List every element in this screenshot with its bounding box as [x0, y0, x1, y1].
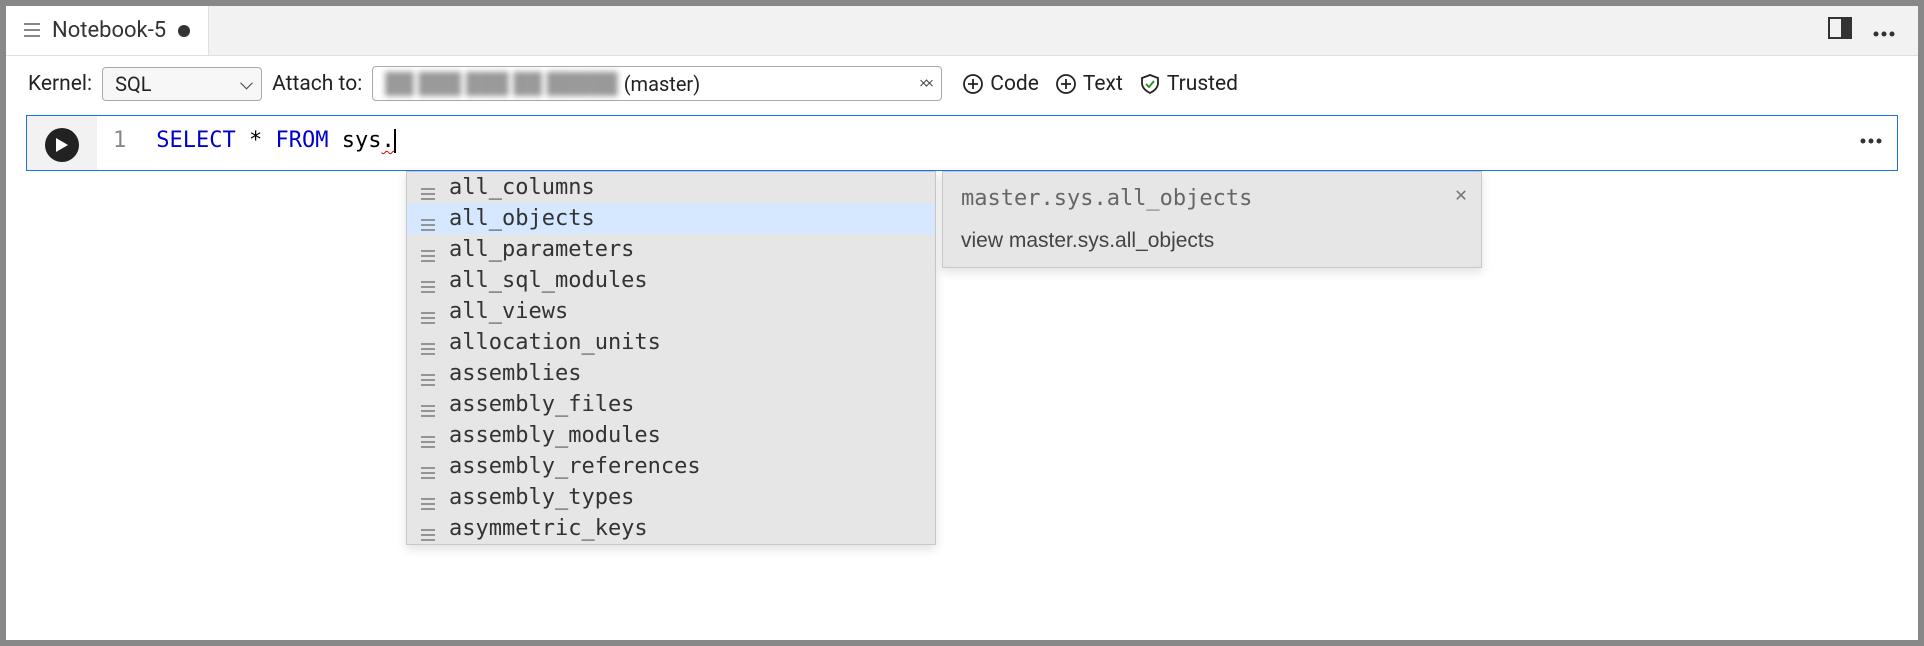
autocomplete-item-label: allocation_units	[449, 330, 661, 355]
add-text-button[interactable]: Text	[1055, 72, 1123, 96]
lines-icon	[421, 367, 435, 381]
kernel-label: Kernel:	[28, 72, 92, 96]
plus-circle-icon	[962, 73, 984, 95]
ident-sys: sys	[342, 128, 382, 153]
text-cursor-icon	[394, 129, 396, 153]
content: 1 SELECT * FROM sys. all_columns all_objec…	[6, 115, 1918, 640]
autocomplete-item[interactable]: assemblies	[407, 358, 935, 389]
tab-actions	[1806, 17, 1918, 44]
autocomplete-item[interactable]: all_columns	[407, 172, 935, 203]
lines-icon	[421, 181, 435, 195]
autocomplete-item-label: assembly_references	[449, 454, 701, 479]
autocomplete-item[interactable]: allocation_units	[407, 327, 935, 358]
attach-label: Attach to:	[272, 72, 362, 96]
kw-select: SELECT	[156, 128, 235, 153]
lines-icon	[421, 243, 435, 257]
autocomplete-item[interactable]: all_sql_modules	[407, 265, 935, 296]
attach-suffix: (master)	[624, 72, 700, 96]
dirty-indicator-icon	[178, 25, 190, 37]
autocomplete-item[interactable]: all_views	[407, 296, 935, 327]
toolbar-right: Code Text Trusted	[962, 72, 1238, 96]
lines-icon	[421, 305, 435, 319]
run-button[interactable]	[45, 128, 79, 162]
autocomplete-list[interactable]: all_columns all_objects all_parameters all_…	[406, 171, 936, 545]
code-line: 1 SELECT * FROM sys.	[113, 128, 396, 153]
lines-icon	[421, 522, 435, 536]
cell-body[interactable]: 1 SELECT * FROM sys.	[97, 116, 1897, 170]
add-code-label: Code	[990, 72, 1039, 96]
trusted-label: Trusted	[1167, 72, 1238, 96]
split-editor-icon[interactable]	[1828, 17, 1852, 44]
kernel-select[interactable]: SQL	[102, 67, 262, 101]
add-text-label: Text	[1083, 72, 1123, 96]
tab-notebook[interactable]: Notebook-5	[6, 6, 209, 55]
autocomplete-item-label: assembly_modules	[449, 423, 661, 448]
add-code-button[interactable]: Code	[962, 72, 1039, 96]
autocomplete-item[interactable]: assembly_files	[407, 389, 935, 420]
star: *	[249, 128, 262, 153]
autocomplete-item[interactable]: assembly_modules	[407, 420, 935, 451]
kw-from: FROM	[275, 128, 328, 153]
autocomplete-item[interactable]: asymmetric_keys	[407, 513, 935, 544]
lines-icon	[421, 429, 435, 443]
lines-icon	[421, 212, 435, 226]
autocomplete-item-label: all_sql_modules	[449, 268, 648, 293]
code-cell[interactable]: 1 SELECT * FROM sys.	[26, 115, 1898, 171]
app-frame: Notebook-5 Kernel: SQL Attach to: ██ ███…	[6, 6, 1918, 640]
lines-icon	[421, 336, 435, 350]
autocomplete-item[interactable]: all_parameters	[407, 234, 935, 265]
autocomplete-item-label: assemblies	[449, 361, 581, 386]
lines-icon	[421, 274, 435, 288]
autocomplete-item-label: all_views	[449, 299, 568, 324]
tab-title: Notebook-5	[52, 18, 166, 43]
lines-icon	[24, 18, 40, 43]
autocomplete-item[interactable]: all_objects	[407, 203, 935, 234]
tab-bar: Notebook-5	[6, 6, 1918, 56]
doc-body: view master.sys.all_objects	[961, 229, 1463, 253]
doc-title: master.sys.all_objects	[961, 186, 1463, 211]
autocomplete-item-label: assembly_files	[449, 392, 634, 417]
shield-icon	[1139, 73, 1161, 95]
more-icon[interactable]	[1872, 19, 1896, 43]
attach-host-blurred: ██ ███ ███ ██ █████	[385, 71, 617, 96]
doc-popup: ✕ master.sys.all_objects view master.sys…	[942, 171, 1482, 268]
autocomplete-item-label: all_objects	[449, 206, 595, 231]
line-number: 1	[113, 128, 126, 153]
dot: .	[381, 128, 394, 153]
cell-gutter	[27, 116, 97, 170]
play-icon	[55, 138, 69, 152]
lines-icon	[421, 491, 435, 505]
toolbar: Kernel: SQL Attach to: ██ ███ ███ ██ ███…	[6, 56, 1918, 115]
autocomplete-item-label: assembly_types	[449, 485, 634, 510]
autocomplete-item-label: asymmetric_keys	[449, 516, 648, 541]
kernel-value: SQL	[115, 72, 151, 96]
lines-icon	[421, 398, 435, 412]
plus-circle-icon	[1055, 73, 1077, 95]
lines-icon	[421, 460, 435, 474]
attach-select[interactable]: ██ ███ ███ ██ █████ (master)	[372, 66, 942, 101]
close-icon[interactable]: ✕	[1455, 182, 1467, 206]
autocomplete-item[interactable]: assembly_references	[407, 451, 935, 482]
cell-more-icon[interactable]	[1859, 126, 1883, 151]
autocomplete-item-label: all_parameters	[449, 237, 634, 262]
autocomplete-item-label: all_columns	[449, 175, 595, 200]
trusted-button[interactable]: Trusted	[1139, 72, 1238, 96]
autocomplete-item[interactable]: assembly_types	[407, 482, 935, 513]
popup-area: all_columns all_objects all_parameters all_…	[406, 171, 1482, 545]
